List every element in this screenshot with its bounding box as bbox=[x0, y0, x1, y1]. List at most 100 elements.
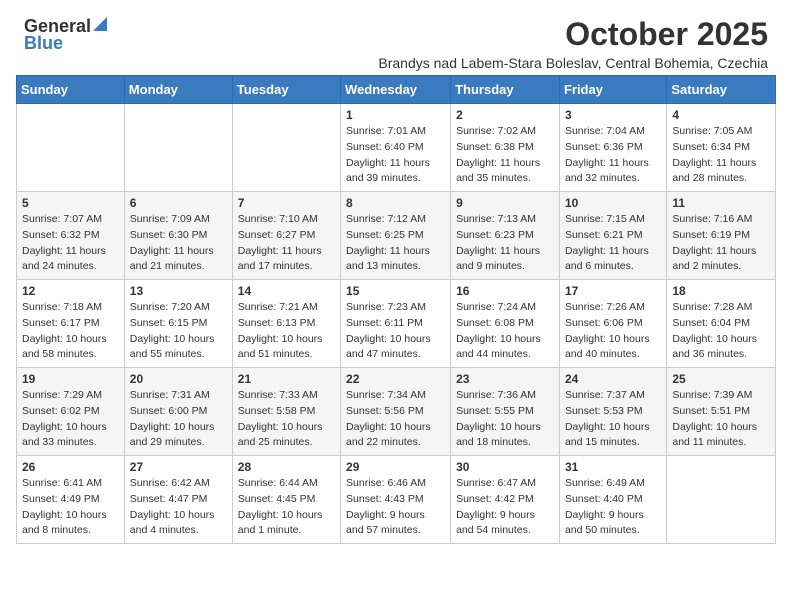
main-title: October 2025 bbox=[378, 16, 768, 53]
table-row: 5 Sunrise: 7:07 AM Sunset: 6:32 PM Daylig… bbox=[17, 192, 125, 280]
calendar-week-row: 1 Sunrise: 7:01 AM Sunset: 6:40 PM Daylig… bbox=[17, 104, 776, 192]
day-info: Sunrise: 6:42 AM Sunset: 4:47 PM Dayligh… bbox=[130, 476, 227, 539]
logo-blue-text: Blue bbox=[24, 33, 63, 54]
header-sunday: Sunday bbox=[17, 76, 125, 104]
day-number: 30 bbox=[456, 460, 554, 474]
table-row: 31 Sunrise: 6:49 AM Sunset: 4:40 PM Dayli… bbox=[559, 456, 666, 544]
day-number: 11 bbox=[672, 196, 770, 210]
day-info: Sunrise: 6:47 AM Sunset: 4:42 PM Dayligh… bbox=[456, 476, 554, 539]
table-row: 2 Sunrise: 7:02 AM Sunset: 6:38 PM Daylig… bbox=[451, 104, 560, 192]
header-thursday: Thursday bbox=[451, 76, 560, 104]
page-header: General Blue October 2025 Brandys nad La… bbox=[0, 0, 792, 75]
calendar-table: Sunday Monday Tuesday Wednesday Thursday… bbox=[16, 75, 776, 544]
day-info: Sunrise: 7:33 AM Sunset: 5:58 PM Dayligh… bbox=[238, 388, 335, 451]
title-block: October 2025 Brandys nad Labem-Stara Bol… bbox=[378, 16, 768, 71]
table-row: 14 Sunrise: 7:21 AM Sunset: 6:13 PM Dayli… bbox=[232, 280, 340, 368]
logo: General Blue bbox=[24, 16, 107, 54]
table-row: 25 Sunrise: 7:39 AM Sunset: 5:51 PM Dayli… bbox=[667, 368, 776, 456]
day-info: Sunrise: 7:09 AM Sunset: 6:30 PM Dayligh… bbox=[130, 212, 227, 275]
day-info: Sunrise: 7:36 AM Sunset: 5:55 PM Dayligh… bbox=[456, 388, 554, 451]
table-row: 9 Sunrise: 7:13 AM Sunset: 6:23 PM Daylig… bbox=[451, 192, 560, 280]
days-header-row: Sunday Monday Tuesday Wednesday Thursday… bbox=[17, 76, 776, 104]
day-number: 14 bbox=[238, 284, 335, 298]
day-info: Sunrise: 6:46 AM Sunset: 4:43 PM Dayligh… bbox=[346, 476, 445, 539]
table-row: 13Sunrise: 7:20 AM Sunset: 6:15 PM Dayli… bbox=[124, 280, 232, 368]
day-number: 24 bbox=[565, 372, 661, 386]
day-number: 21 bbox=[238, 372, 335, 386]
day-number: 23 bbox=[456, 372, 554, 386]
day-number: 4 bbox=[672, 108, 770, 122]
table-row bbox=[232, 104, 340, 192]
header-monday: Monday bbox=[124, 76, 232, 104]
day-number: 6 bbox=[130, 196, 227, 210]
calendar-wrapper: Sunday Monday Tuesday Wednesday Thursday… bbox=[0, 75, 792, 560]
header-friday: Friday bbox=[559, 76, 666, 104]
day-info: Sunrise: 7:26 AM Sunset: 6:06 PM Dayligh… bbox=[565, 300, 661, 363]
day-number: 13 bbox=[130, 284, 227, 298]
table-row: 21 Sunrise: 7:33 AM Sunset: 5:58 PM Dayli… bbox=[232, 368, 340, 456]
table-row: 6 Sunrise: 7:09 AM Sunset: 6:30 PM Daylig… bbox=[124, 192, 232, 280]
day-number: 20 bbox=[130, 372, 227, 386]
day-number: 12 bbox=[22, 284, 119, 298]
day-number: 2 bbox=[456, 108, 554, 122]
day-number: 19 bbox=[22, 372, 119, 386]
day-number: 22 bbox=[346, 372, 445, 386]
table-row: 10 Sunrise: 7:15 AM Sunset: 6:21 PM Dayli… bbox=[559, 192, 666, 280]
day-number: 16 bbox=[456, 284, 554, 298]
day-number: 18 bbox=[672, 284, 770, 298]
table-row: 8 Sunrise: 7:12 AM Sunset: 6:25 PM Daylig… bbox=[341, 192, 451, 280]
day-number: 17 bbox=[565, 284, 661, 298]
table-row: 29Sunrise: 6:46 AM Sunset: 4:43 PM Dayli… bbox=[341, 456, 451, 544]
table-row: 11 Sunrise: 7:16 AM Sunset: 6:19 PM Dayli… bbox=[667, 192, 776, 280]
day-number: 28 bbox=[238, 460, 335, 474]
table-row: 12 Sunrise: 7:18 AM Sunset: 6:17 PM Dayli… bbox=[17, 280, 125, 368]
day-info: Sunrise: 7:31 AM Sunset: 6:00 PM Dayligh… bbox=[130, 388, 227, 451]
day-info: Sunrise: 7:39 AM Sunset: 5:51 PM Dayligh… bbox=[672, 388, 770, 451]
day-info: Sunrise: 7:07 AM Sunset: 6:32 PM Dayligh… bbox=[22, 212, 119, 275]
table-row: 24Sunrise: 7:37 AM Sunset: 5:53 PM Dayli… bbox=[559, 368, 666, 456]
table-row: 3Sunrise: 7:04 AM Sunset: 6:36 PM Daylig… bbox=[559, 104, 666, 192]
table-row: 4 Sunrise: 7:05 AM Sunset: 6:34 PM Daylig… bbox=[667, 104, 776, 192]
day-info: Sunrise: 7:01 AM Sunset: 6:40 PM Dayligh… bbox=[346, 124, 445, 187]
table-row: 30 Sunrise: 6:47 AM Sunset: 4:42 PM Dayli… bbox=[451, 456, 560, 544]
day-number: 7 bbox=[238, 196, 335, 210]
day-info: Sunrise: 7:23 AM Sunset: 6:11 PM Dayligh… bbox=[346, 300, 445, 363]
day-info: Sunrise: 7:05 AM Sunset: 6:34 PM Dayligh… bbox=[672, 124, 770, 187]
day-info: Sunrise: 6:44 AM Sunset: 4:45 PM Dayligh… bbox=[238, 476, 335, 539]
day-info: Sunrise: 7:18 AM Sunset: 6:17 PM Dayligh… bbox=[22, 300, 119, 363]
day-number: 9 bbox=[456, 196, 554, 210]
header-wednesday: Wednesday bbox=[341, 76, 451, 104]
logo-triangle-icon bbox=[93, 17, 107, 36]
calendar-week-row: 26 Sunrise: 6:41 AM Sunset: 4:49 PM Dayli… bbox=[17, 456, 776, 544]
day-number: 25 bbox=[672, 372, 770, 386]
calendar-week-row: 19 Sunrise: 7:29 AM Sunset: 6:02 PM Dayli… bbox=[17, 368, 776, 456]
table-row: 23 Sunrise: 7:36 AM Sunset: 5:55 PM Dayli… bbox=[451, 368, 560, 456]
day-info: Sunrise: 7:21 AM Sunset: 6:13 PM Dayligh… bbox=[238, 300, 335, 363]
day-info: Sunrise: 7:29 AM Sunset: 6:02 PM Dayligh… bbox=[22, 388, 119, 451]
day-info: Sunrise: 7:15 AM Sunset: 6:21 PM Dayligh… bbox=[565, 212, 661, 275]
day-number: 31 bbox=[565, 460, 661, 474]
day-info: Sunrise: 7:02 AM Sunset: 6:38 PM Dayligh… bbox=[456, 124, 554, 187]
day-number: 5 bbox=[22, 196, 119, 210]
header-saturday: Saturday bbox=[667, 76, 776, 104]
table-row: 17 Sunrise: 7:26 AM Sunset: 6:06 PM Dayli… bbox=[559, 280, 666, 368]
day-info: Sunrise: 7:13 AM Sunset: 6:23 PM Dayligh… bbox=[456, 212, 554, 275]
day-number: 3 bbox=[565, 108, 661, 122]
table-row: 7Sunrise: 7:10 AM Sunset: 6:27 PM Daylig… bbox=[232, 192, 340, 280]
day-info: Sunrise: 7:12 AM Sunset: 6:25 PM Dayligh… bbox=[346, 212, 445, 275]
day-number: 27 bbox=[130, 460, 227, 474]
day-info: Sunrise: 6:49 AM Sunset: 4:40 PM Dayligh… bbox=[565, 476, 661, 539]
table-row bbox=[17, 104, 125, 192]
day-info: Sunrise: 6:41 AM Sunset: 4:49 PM Dayligh… bbox=[22, 476, 119, 539]
day-info: Sunrise: 7:16 AM Sunset: 6:19 PM Dayligh… bbox=[672, 212, 770, 275]
day-number: 10 bbox=[565, 196, 661, 210]
table-row: 20 Sunrise: 7:31 AM Sunset: 6:00 PM Dayli… bbox=[124, 368, 232, 456]
table-row: 18 Sunrise: 7:28 AM Sunset: 6:04 PM Dayli… bbox=[667, 280, 776, 368]
day-number: 26 bbox=[22, 460, 119, 474]
calendar-week-row: 5 Sunrise: 7:07 AM Sunset: 6:32 PM Daylig… bbox=[17, 192, 776, 280]
day-info: Sunrise: 7:28 AM Sunset: 6:04 PM Dayligh… bbox=[672, 300, 770, 363]
day-number: 8 bbox=[346, 196, 445, 210]
table-row: 15Sunrise: 7:23 AM Sunset: 6:11 PM Dayli… bbox=[341, 280, 451, 368]
day-number: 1 bbox=[346, 108, 445, 122]
day-info: Sunrise: 7:24 AM Sunset: 6:08 PM Dayligh… bbox=[456, 300, 554, 363]
